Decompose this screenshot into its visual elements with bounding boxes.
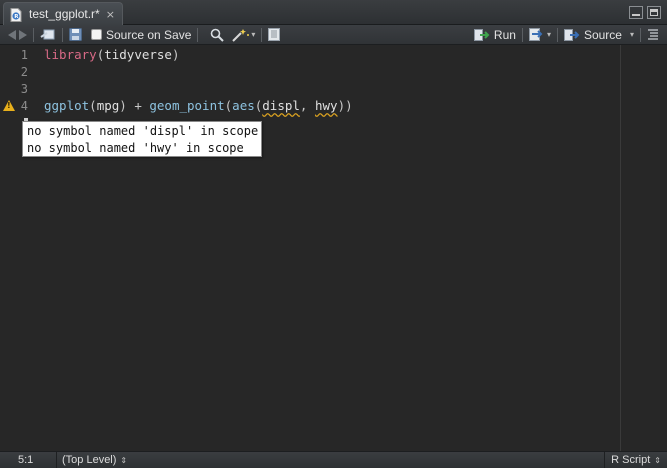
tab-title: test_ggplot.r* bbox=[29, 7, 100, 21]
code-editor[interactable]: 1 2 3 4 5 library(tidyverse) ggplot(mpg)… bbox=[0, 45, 667, 451]
run-button[interactable]: Run bbox=[473, 26, 516, 44]
code-keyword: library bbox=[44, 47, 97, 62]
updown-icon: ⇕ bbox=[654, 455, 661, 465]
pane-controls bbox=[629, 6, 661, 19]
code-argument-warning: displ bbox=[262, 98, 300, 113]
toolbar-separator bbox=[261, 27, 263, 42]
code-line-4: ggplot(mpg) + geom_point(aes(displ, hwy)… bbox=[44, 98, 353, 113]
code-paren: ( bbox=[89, 98, 97, 113]
forward-icon[interactable] bbox=[19, 26, 27, 44]
updown-icon: ⇕ bbox=[120, 455, 128, 465]
line-number: 2 bbox=[20, 65, 28, 79]
toolbar-separator bbox=[640, 27, 641, 42]
r-file-icon: R bbox=[10, 7, 22, 22]
line-number-gutter: 1 2 3 4 5 bbox=[0, 45, 40, 451]
chevron-down-icon[interactable]: ▾ bbox=[630, 26, 634, 44]
toolbar-separator bbox=[33, 27, 34, 42]
code-comma: , bbox=[299, 98, 315, 113]
close-icon[interactable]: × bbox=[106, 8, 115, 21]
tab-test-ggplot[interactable]: R test_ggplot.r* × bbox=[3, 2, 123, 25]
compile-report-icon[interactable] bbox=[268, 26, 281, 44]
source-label: Source bbox=[583, 27, 622, 42]
run-label: Run bbox=[493, 27, 516, 42]
code-operator: + bbox=[126, 98, 150, 113]
scope-label: (Top Level) bbox=[62, 454, 117, 466]
code-argument: tidyverse bbox=[104, 47, 172, 62]
line-number: 3 bbox=[20, 82, 28, 96]
rerun-icon[interactable] bbox=[528, 26, 547, 44]
toolbar-separator bbox=[62, 27, 63, 42]
file-type-label: R Script bbox=[611, 454, 651, 466]
status-bar: 5:1 (Top Level) ⇕ R Script ⇕ bbox=[0, 451, 667, 468]
code-tools-wand-icon[interactable] bbox=[232, 26, 250, 44]
show-in-new-window-icon[interactable] bbox=[40, 26, 56, 44]
chevron-down-icon[interactable]: ▾ bbox=[251, 26, 255, 44]
code-paren: ) bbox=[119, 98, 127, 113]
print-margin-line bbox=[620, 45, 621, 451]
source-on-save-label: Source on Save bbox=[106, 27, 192, 42]
line-number: 4 bbox=[20, 99, 28, 113]
warning-icon[interactable] bbox=[3, 100, 15, 111]
toolbar-separator bbox=[521, 27, 523, 42]
save-icon[interactable] bbox=[69, 26, 82, 44]
diagnostic-tooltip: no symbol named 'displ' in scope no symb… bbox=[22, 121, 262, 157]
scope-selector[interactable]: (Top Level) ⇕ bbox=[56, 452, 127, 468]
code-line-1: library(tidyverse) bbox=[44, 47, 179, 62]
document-outline-icon[interactable] bbox=[647, 26, 659, 44]
toolbar-separator bbox=[556, 27, 558, 42]
code-argument-warning: hwy bbox=[314, 98, 338, 113]
code-argument: mpg bbox=[96, 98, 120, 113]
tab-strip: R test_ggplot.r* × bbox=[0, 0, 667, 25]
line-number: 1 bbox=[20, 48, 28, 62]
code-function: ggplot bbox=[44, 98, 90, 113]
search-icon[interactable] bbox=[210, 26, 225, 44]
code-function: aes bbox=[232, 98, 255, 113]
code-paren: )) bbox=[337, 98, 353, 113]
source-on-save-toggle[interactable]: Source on Save bbox=[91, 26, 191, 44]
code-function: geom_point bbox=[149, 98, 225, 113]
svg-text:R: R bbox=[14, 14, 19, 20]
tooltip-message: no symbol named 'hwy' in scope bbox=[27, 141, 244, 155]
chevron-down-icon[interactable]: ▾ bbox=[547, 26, 551, 44]
editor-toolbar: Source on Save ▾ Run ▾ Source ▾ bbox=[0, 25, 667, 45]
toolbar-separator bbox=[197, 27, 199, 42]
tooltip-message: no symbol named 'displ' in scope bbox=[27, 124, 259, 138]
source-on-save-checkbox[interactable] bbox=[91, 29, 102, 40]
minimize-pane-button[interactable] bbox=[629, 6, 643, 19]
back-icon[interactable] bbox=[8, 26, 16, 44]
source-button[interactable]: Source bbox=[563, 26, 622, 44]
maximize-pane-button[interactable] bbox=[647, 6, 661, 19]
file-type-selector[interactable]: R Script ⇕ bbox=[604, 452, 667, 468]
cursor-position: 5:1 bbox=[18, 454, 34, 466]
code-paren: ) bbox=[171, 47, 180, 62]
